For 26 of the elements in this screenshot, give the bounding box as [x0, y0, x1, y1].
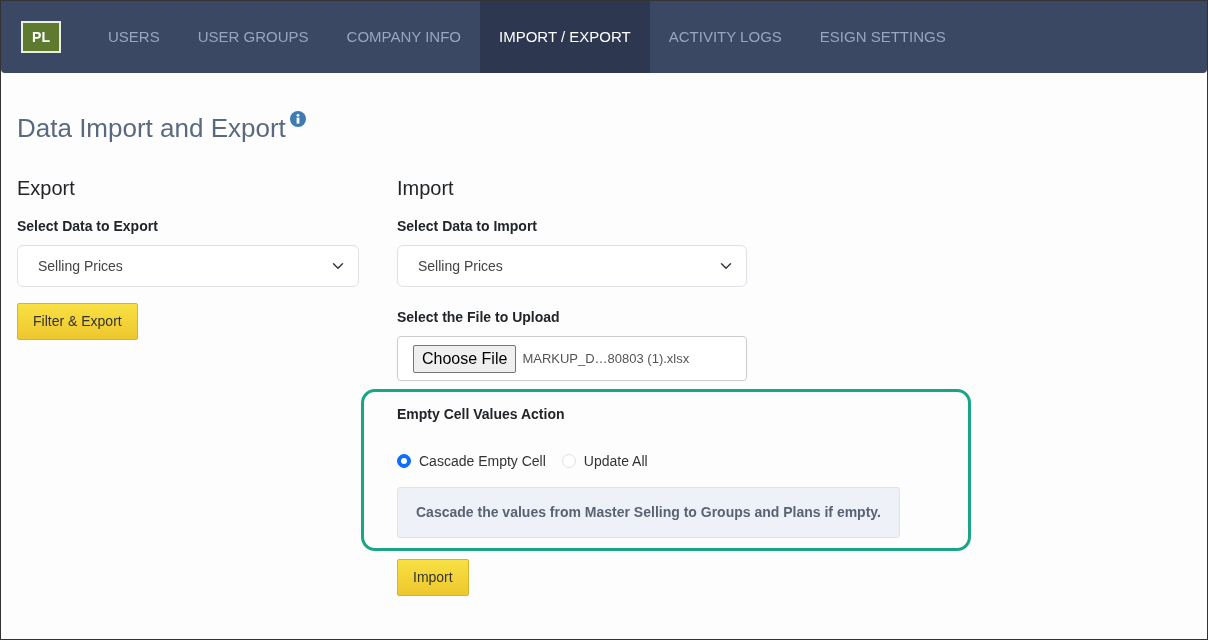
file-name: MARKUP_D…80803 (1).xlsx	[522, 349, 690, 368]
field-label: Select Data to Export	[17, 217, 159, 237]
page-title: Data Import and Export	[17, 113, 286, 145]
info-icon[interactable]	[289, 111, 306, 127]
nav-tab[interactable]: ACTIVITY LOGS	[649, 1, 801, 73]
field-label: Empty Cell Values Action	[397, 405, 566, 425]
nav-tab[interactable]: USER GROUPS	[178, 1, 328, 73]
import-select[interactable]: Selling Prices	[397, 245, 747, 288]
help-text: Cascade the values from Master Selling to Groups and Plans if empty.	[397, 487, 900, 539]
section-heading: Import	[397, 176, 455, 201]
nav-tab[interactable]: IMPORT / EXPORT	[480, 1, 650, 73]
file-field[interactable]: Choose File MARKUP_D…80803 (1).xlsx	[397, 336, 747, 382]
import-button[interactable]: Import	[397, 559, 469, 597]
export-select[interactable]: Selling Prices	[17, 245, 359, 288]
nav-tab[interactable]: COMPANY INFO	[327, 1, 480, 73]
field-label: Select the File to Upload	[397, 308, 561, 328]
section-heading: Export	[17, 176, 76, 201]
radio-label[interactable]: Cascade Empty Cell	[419, 450, 546, 472]
nav-tab[interactable]: USERS	[89, 1, 179, 73]
field-label: Select Data to Import	[397, 217, 539, 237]
choose-file-button[interactable]: Choose File	[413, 344, 517, 373]
radio-label[interactable]: Update All	[583, 450, 648, 472]
logo[interactable]: PL	[21, 21, 61, 53]
nav-tab[interactable]: ESIGN SETTINGS	[800, 1, 965, 73]
filter-export-button[interactable]: Filter & Export	[17, 303, 138, 341]
radio-button[interactable]	[397, 454, 411, 469]
